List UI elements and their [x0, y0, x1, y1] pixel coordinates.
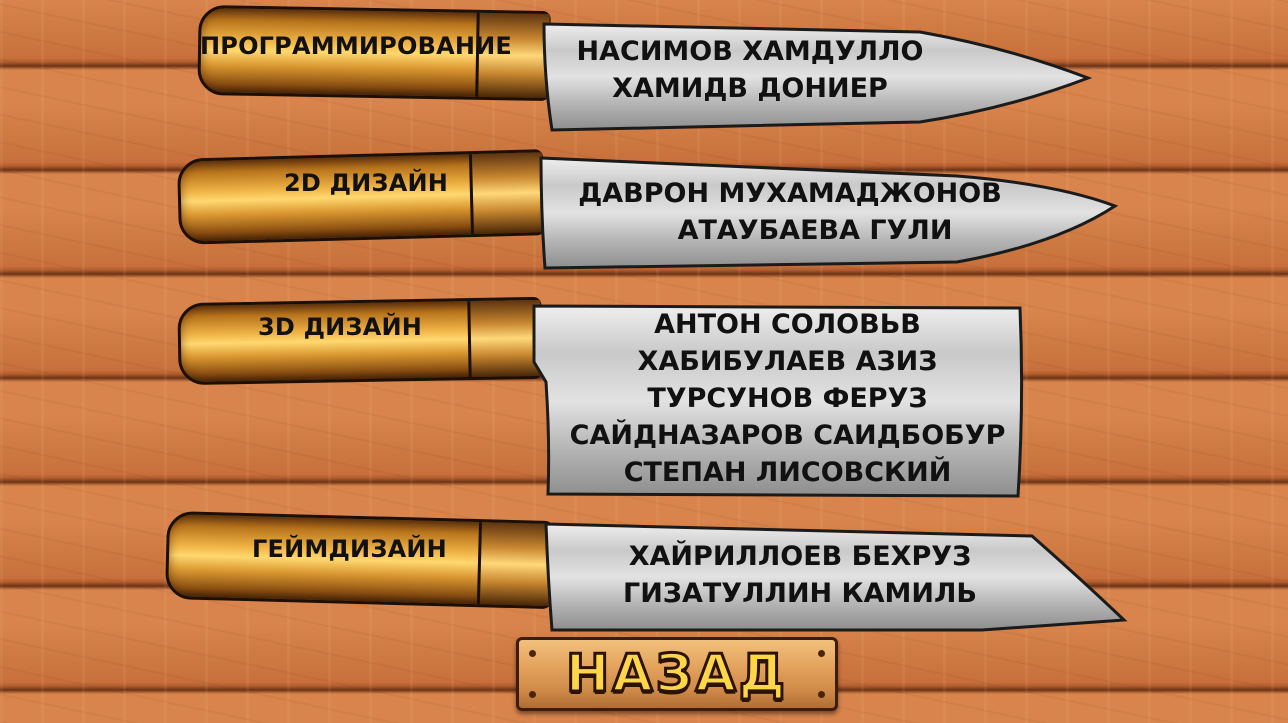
category-label-3d-design: 3D ДИЗАЙН: [258, 313, 423, 341]
category-label-programming: ПРОГРАММИРОВАНИЕ: [200, 32, 513, 60]
member-name: ХАБИБУЛАЕВ АЗИЗ: [637, 346, 938, 377]
member-name: АТАУБАЕВА ГУЛИ: [677, 215, 953, 246]
category-label-game-design: ГЕЙМДИЗАЙН: [252, 535, 447, 563]
nail-icon: [529, 691, 536, 698]
member-name: НАСИМОВ ХАМДУЛЛО: [576, 36, 924, 67]
member-name: СТЕПАН ЛИСОВСКИЙ: [623, 457, 952, 488]
member-name: ХАМИДВ ДОНИЕР: [612, 73, 888, 104]
member-name: САЙДНАЗАРОВ САИДБОБУР: [569, 420, 1006, 451]
category-label-2d-design: 2D ДИЗАЙН: [284, 169, 449, 197]
member-name: ДАВРОН МУХАМАДЖОНОВ: [578, 178, 1002, 209]
knife-bolster: [468, 152, 544, 235]
member-name: ТУРСУНОВ ФЕРУЗ: [647, 383, 928, 414]
knife-bolster: [476, 522, 553, 607]
member-name: ХАЙРИЛЛОЕВ БЕХРУЗ: [628, 541, 972, 572]
back-button-label: НАЗАД: [564, 643, 789, 706]
back-button[interactable]: НАЗАД: [516, 637, 838, 711]
nail-icon: [818, 691, 825, 698]
member-name: ГИЗАТУЛЛИН КАМИЛЬ: [623, 578, 977, 609]
member-name: АНТОН СОЛОВЬВ: [654, 309, 921, 340]
